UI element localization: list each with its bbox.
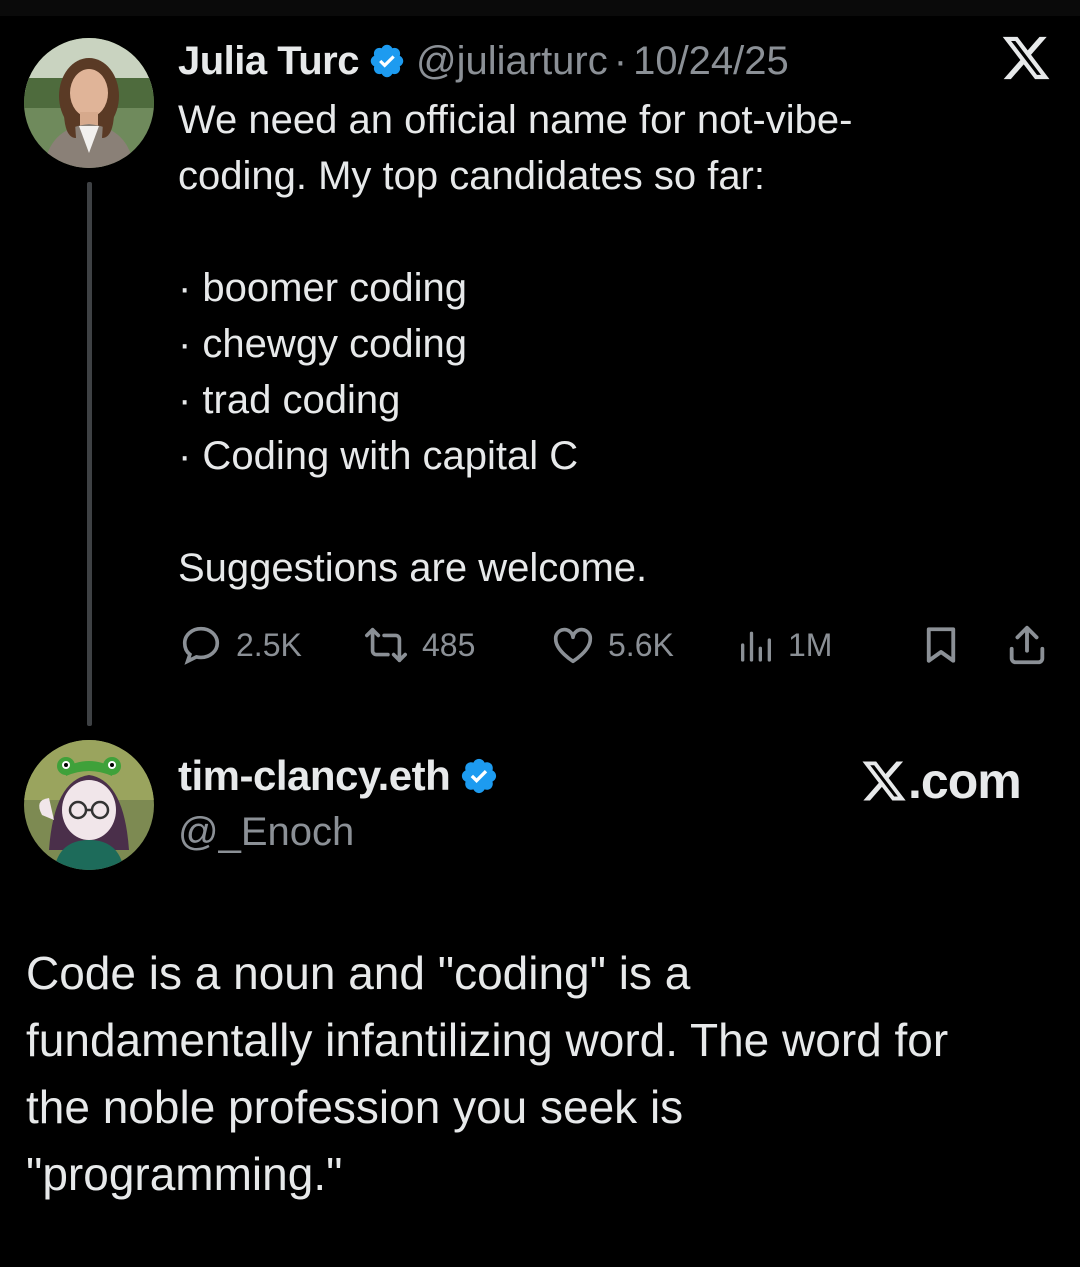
- bookmark-button[interactable]: [920, 620, 974, 670]
- tweet-body: We need an official name for not-vibe- c…: [178, 92, 1038, 596]
- avatar-julia[interactable]: [24, 38, 154, 168]
- tweet-closing: Suggestions are welcome.: [178, 546, 648, 590]
- like-count: 5.6K: [608, 626, 674, 663]
- x-logo-icon: [1002, 36, 1050, 80]
- views-count: 1M: [788, 626, 833, 663]
- reply-count: 2.5K: [236, 626, 302, 663]
- reply-line: the noble profession you seek is: [26, 1081, 684, 1133]
- list-item: · trad coding: [178, 378, 401, 422]
- reply-line: fundamentally infantilizing word. The wo…: [26, 1014, 949, 1066]
- tweet-line: coding. My top candidates so far:: [178, 154, 765, 198]
- reply-body: Code is a noun and "coding" is a fundame…: [26, 940, 1056, 1208]
- reply-header: tim-clancy.eth @_Enoch: [178, 752, 509, 855]
- tweet-date[interactable]: 10/24/25: [633, 39, 789, 84]
- list-item: · chewgy coding: [178, 322, 468, 366]
- thread-connector: [87, 182, 92, 726]
- like-icon: [553, 627, 593, 664]
- author-name[interactable]: Julia Turc: [178, 39, 359, 84]
- list-item: · Coding with capital C: [178, 434, 579, 478]
- tweet-line: We need an official name for not-vibe-: [178, 98, 853, 142]
- bookmark-icon: [926, 627, 956, 663]
- repost-button[interactable]: 485: [362, 620, 475, 670]
- brand-domain: .com: [908, 753, 1022, 809]
- list-item: · boomer coding: [178, 266, 468, 310]
- avatar-enoch[interactable]: [24, 740, 154, 870]
- reply-author-handle[interactable]: @_Enoch: [178, 810, 509, 855]
- reply-author-name[interactable]: tim-clancy.eth: [178, 752, 451, 800]
- verified-badge-icon: [462, 758, 497, 794]
- verified-badge-icon: [370, 44, 404, 78]
- share-icon: [1009, 625, 1045, 665]
- reply-line: Code is a noun and "coding" is a: [26, 947, 691, 999]
- separator-dot: ·: [613, 38, 628, 83]
- x-logo-icon: [862, 761, 906, 801]
- status-strip: [0, 0, 1080, 16]
- repost-icon: [365, 627, 407, 663]
- like-button[interactable]: 5.6K: [550, 620, 674, 670]
- reply-line: "programming.": [26, 1148, 343, 1200]
- reply-icon: [182, 626, 220, 665]
- tweet-header: Julia Turc @juliarturc · 10/24/25: [178, 36, 789, 86]
- x-com-watermark: .com: [860, 752, 1022, 810]
- share-button[interactable]: [1004, 620, 1062, 670]
- views-icon: [741, 631, 771, 662]
- action-bar: 2.5K 485 5.6K 1M: [178, 620, 1058, 670]
- reply-button[interactable]: 2.5K: [178, 620, 302, 670]
- views-button[interactable]: 1M: [736, 620, 832, 670]
- author-handle[interactable]: @juliarturc: [416, 39, 608, 84]
- repost-count: 485: [422, 626, 476, 663]
